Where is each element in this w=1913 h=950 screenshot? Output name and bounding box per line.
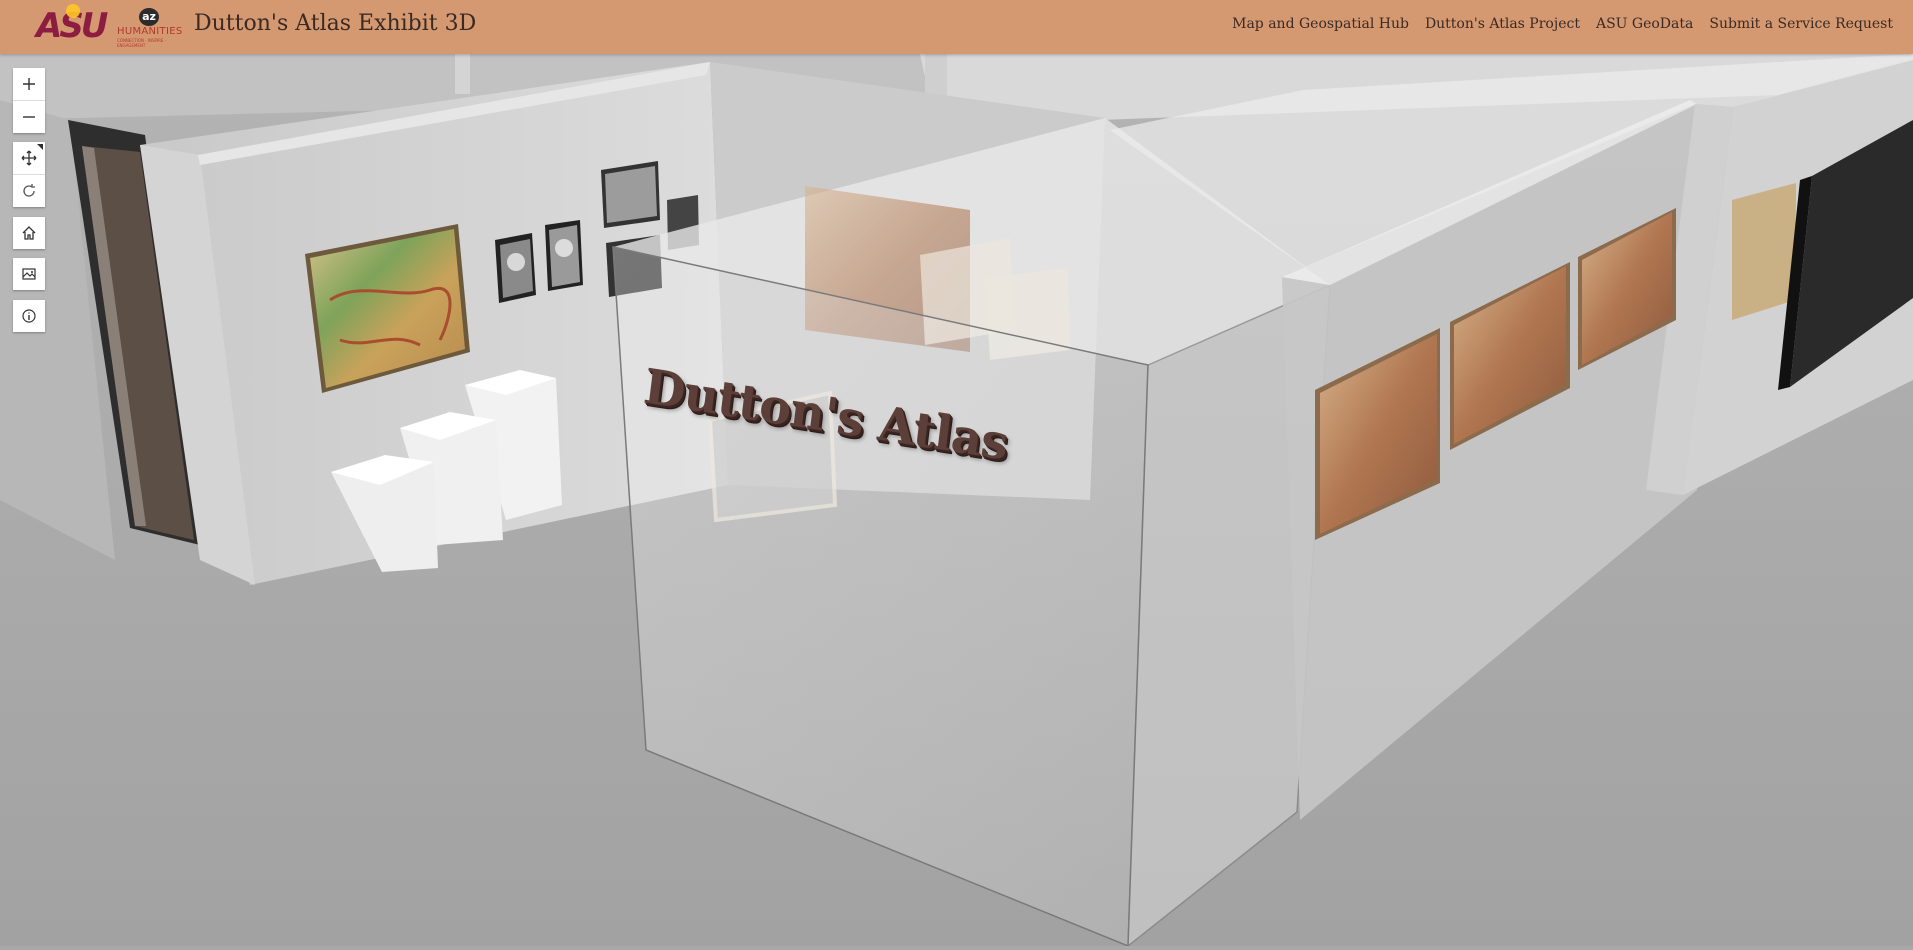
navigation-toolbar [13,142,45,207]
zoom-out-button[interactable] [13,100,45,133]
info-button[interactable] [13,300,45,332]
wall-pillar [455,54,470,94]
zoom-out-icon [23,116,35,118]
home-icon [22,226,36,240]
nav-link-asu-geodata[interactable]: ASU GeoData [1596,16,1693,32]
basemap-gallery-button[interactable] [13,258,45,290]
basemap-toolbar [13,258,45,290]
pan-button[interactable] [13,142,45,174]
zoom-in-button[interactable] [13,68,45,100]
zoom-toolbar [13,68,45,133]
pan-icon [21,150,37,166]
page-title: Dutton's Atlas Exhibit 3D [194,11,477,36]
basemap-gallery-icon [22,268,36,280]
header-nav: Map and Geospatial Hub Dutton's Atlas Pr… [1232,16,1893,32]
canyon-painting [1732,183,1796,320]
home-button[interactable] [13,217,45,249]
rotate-button[interactable] [13,174,45,207]
info-icon [22,309,36,323]
az-logo-mark: az [139,8,159,26]
az-humanities-logo[interactable]: az HUMANITIES CONNECTION · INSPIRE · ENG… [117,8,183,48]
humanities-logo-text: HUMANITIES [117,26,183,37]
humanities-tagline: CONNECTION · INSPIRE · ENGAGEMENT [117,38,166,48]
home-toolbar [13,217,45,249]
nav-link-duttons-atlas-project[interactable]: Dutton's Atlas Project [1425,16,1580,32]
rotate-icon [23,184,35,197]
info-toolbar [13,300,45,332]
app-header: ASU az HUMANITIES CONNECTION · INSPIRE ·… [0,0,1913,54]
engraving [605,166,657,223]
asu-logo[interactable]: ASU [36,4,108,46]
zoom-in-icon [23,78,35,90]
nav-link-geospatial-hub[interactable]: Map and Geospatial Hub [1232,16,1409,32]
scene-canvas[interactable] [0,54,1913,948]
scene-view[interactable]: Dutton's Atlas [0,54,1913,948]
wall-pillar [925,54,947,99]
nav-link-service-request[interactable]: Submit a Service Request [1709,16,1893,32]
portrait-face [507,253,525,271]
portrait-face [555,239,573,257]
sun-icon [66,4,80,18]
